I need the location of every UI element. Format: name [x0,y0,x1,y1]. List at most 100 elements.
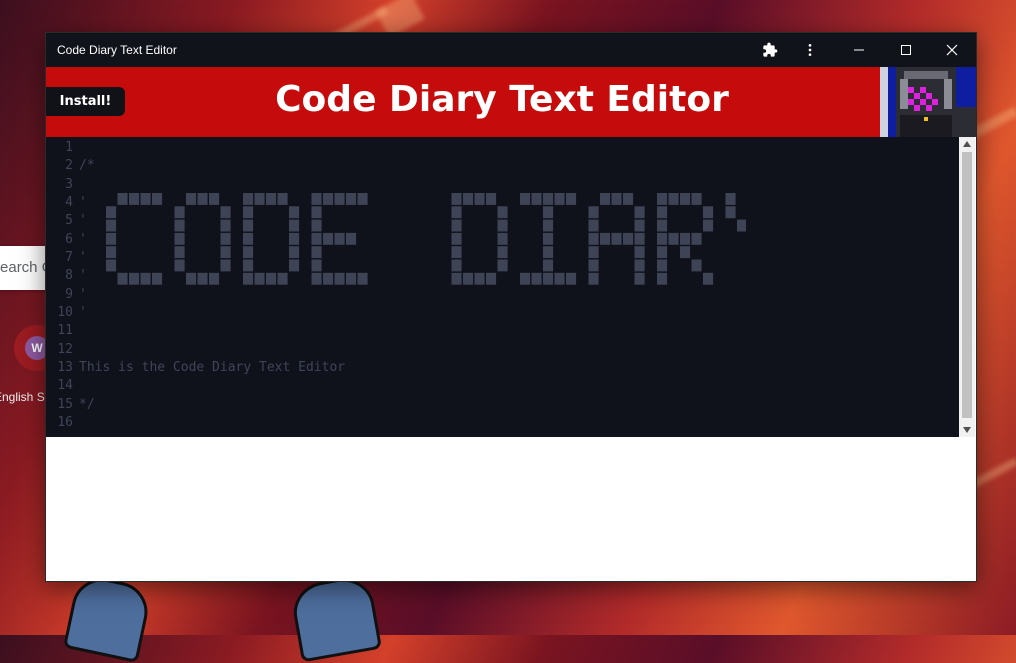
editor-line: 1 [46,139,79,157]
line-number: 5 [65,213,73,228]
ascii-block [543,193,554,205]
ascii-block [680,232,691,245]
line-text: ' [79,195,87,210]
editor-line: 13 This is the Code Diary Text Editor [46,359,345,377]
ascii-block [106,206,117,219]
close-icon[interactable] [929,33,975,67]
ascii-block [334,232,345,245]
ascii-block [611,232,622,245]
ascii-block [334,193,345,205]
ascii-block [588,246,599,259]
ascii-block [451,246,462,259]
ascii-block [209,193,220,205]
logo [880,67,976,137]
editor-line: 16 [46,414,79,432]
ascii-block [566,193,577,205]
ascii-block [588,272,599,285]
ascii-block [588,206,599,219]
line-text: /* [79,158,95,173]
editor-line: 9 ' [46,286,87,304]
ascii-block [634,219,645,232]
editor-line: 8 ' [46,267,87,285]
ascii-block [623,232,634,245]
ascii-block [334,272,345,285]
ascii-block [311,246,322,259]
page-title: Code Diary Text Editor [275,79,729,120]
ascii-block [277,272,288,285]
ascii-block [588,232,599,245]
ascii-block [311,259,322,272]
ascii-block [703,219,714,232]
more-vert-icon[interactable] [787,33,833,67]
ascii-block [691,259,702,272]
ascii-block [323,272,334,285]
ascii-block [220,259,231,272]
ascii-block [497,219,508,232]
line-text: ' [79,250,87,265]
ascii-block [451,232,462,245]
ascii-block [451,259,462,272]
line-number: 6 [65,232,73,247]
line-number: 8 [65,268,73,283]
ascii-block [311,193,322,205]
ascii-block [220,206,231,219]
ascii-block [346,272,357,285]
line-number: 12 [57,342,73,357]
ascii-block [117,193,128,205]
ascii-block [220,219,231,232]
minimize-icon[interactable] [836,33,882,67]
ascii-block [254,193,265,205]
ascii-block [243,246,254,259]
scrollbar-thumb[interactable] [962,152,972,418]
install-button[interactable]: Install! [46,87,125,116]
ascii-block [451,206,462,219]
ascii-block [634,232,645,245]
ascii-block [254,272,265,285]
line-text: ' [79,232,87,247]
ascii-block [486,272,497,285]
ascii-block [520,193,531,205]
ascii-block [311,219,322,232]
line-number: 3 [65,177,73,192]
editor-scrollbar[interactable] [959,137,975,437]
ascii-block [463,193,474,205]
scroll-up-icon[interactable] [959,137,975,151]
editor-line: 11 [46,322,79,340]
ascii-block [657,232,668,245]
editor-line: 5 ' [46,212,87,230]
editor-line: 4 ' [46,194,87,212]
ascii-block [311,272,322,285]
ascii-block [543,206,554,219]
line-number: 10 [57,305,73,320]
ascii-block [186,272,197,285]
ascii-block [243,259,254,272]
ascii-block [209,272,220,285]
ascii-block [152,272,163,285]
code-editor[interactable]: 1 2/* 3 4 ' 5 ' 6 ' 7 ' 8 ' 9 ' 10 ' 11 12 13 Th… [46,137,959,437]
ascii-block [543,219,554,232]
ascii-block [657,246,668,259]
ascii-block [311,206,322,219]
scroll-down-icon[interactable] [959,423,975,437]
ascii-block [106,259,117,272]
app-header: Code Diary Text Editor Install! [46,67,976,137]
ascii-block [703,206,714,219]
title-bar: Code Diary Text Editor [46,33,976,67]
line-number: 13 [57,360,73,375]
ascii-block [543,259,554,272]
ascii-block [531,272,542,285]
line-text: ' [79,213,87,228]
editor-line: 7 ' [46,249,87,267]
ascii-block [106,219,117,232]
ascii-block [623,193,634,205]
ascii-block [691,232,702,245]
ascii-block [691,193,702,205]
ascii-block [497,206,508,219]
ascii-block [289,246,300,259]
maximize-icon[interactable] [883,33,929,67]
ascii-block [220,232,231,245]
ascii-block [463,272,474,285]
ascii-block [174,246,185,259]
ascii-block [531,193,542,205]
line-number: 15 [57,397,73,412]
